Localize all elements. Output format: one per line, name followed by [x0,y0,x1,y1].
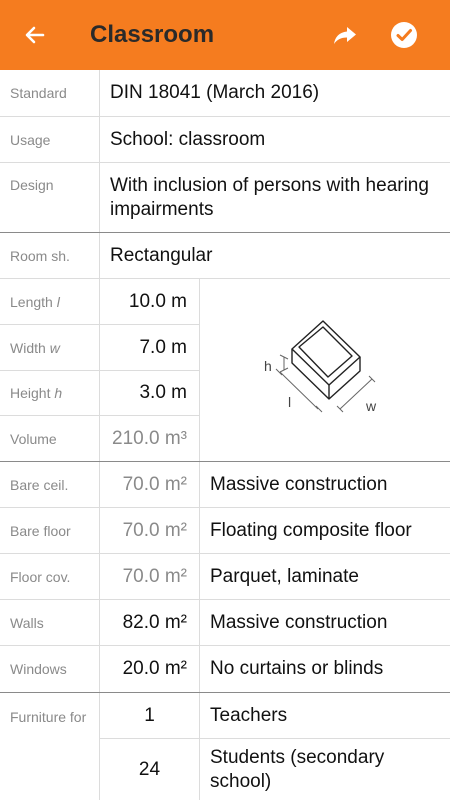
usage-value: School: classroom [110,128,266,150]
furniture-type[interactable]: Teachers [210,693,444,738]
surface-area: 70.0 m² [100,508,200,553]
volume-label: Volume [0,416,100,461]
furniture-count-input[interactable]: 24 [100,739,200,800]
surface-label: Bare ceil. [0,462,100,507]
surface-material[interactable]: Massive construction [210,600,444,645]
usage-row[interactable]: Usage School: classroom [0,117,450,163]
room-shape-value: Rectangular [110,244,213,266]
surface-row-ceiling[interactable]: Bare ceil. 70.0 m² Massive construction [0,462,450,508]
length-input[interactable]: 10.0 m [100,279,200,324]
diagram-width-label: w [365,398,377,414]
room-shape-label: Room sh. [0,233,100,278]
standard-label: Standard [0,70,100,116]
surface-material[interactable]: Massive construction [210,462,444,507]
surface-label: Windows [0,646,100,692]
surface-row-floor-covering[interactable]: Floor cov. 70.0 m² Parquet, laminate [0,554,450,600]
back-button[interactable] [18,18,52,52]
furniture-type[interactable]: Students (secondary school) [210,739,444,800]
length-row[interactable]: Length l 10.0 m [0,279,200,325]
surface-label: Bare floor [0,508,100,553]
usage-label: Usage [0,117,100,162]
surface-row-walls[interactable]: Walls 82.0 m² Massive construction [0,600,450,646]
surface-material[interactable]: Floating composite floor [210,508,444,553]
design-label: Design [0,163,100,232]
design-row[interactable]: Design With inclusion of persons with he… [0,163,450,233]
diagram-length-label: l [288,394,291,410]
height-input[interactable]: 3.0 m [100,371,200,415]
width-row[interactable]: Width w 7.0 m [0,325,200,371]
surface-area-input[interactable]: 20.0 m² [100,646,200,692]
height-row[interactable]: Height h 3.0 m [0,371,200,416]
length-label: Length l [0,279,100,324]
height-label: Height h [0,371,100,415]
surface-area: 70.0 m² [100,462,200,507]
confirm-button[interactable] [387,18,421,52]
share-arrow-icon [334,27,356,44]
cuboid-illustration: h l w [264,320,377,414]
room-diagram: h l w [200,279,450,462]
diagram-height-label: h [264,358,272,374]
surface-row-floor[interactable]: Bare floor 70.0 m² Floating composite fl… [0,508,450,554]
app-bar: Classroom [0,0,450,70]
page-title: Classroom [90,21,215,48]
room-shape-row[interactable]: Room sh. Rectangular [0,233,450,279]
surface-label: Floor cov. [0,554,100,599]
surface-area: 70.0 m² [100,554,200,599]
surface-material[interactable]: No curtains or blinds [210,646,444,692]
standard-value: DIN 18041 (March 2016) [110,82,320,103]
surface-area-input[interactable]: 82.0 m² [100,600,200,645]
furniture-row[interactable]: 24 Students (secondary school) [100,739,450,800]
width-input[interactable]: 7.0 m [100,325,200,370]
design-value: With inclusion of persons with hearing i… [110,174,429,220]
furniture-count-input[interactable]: 1 [100,693,200,738]
surface-label: Walls [0,600,100,645]
room-form: Standard DIN 18041 (March 2016) Usage Sc… [0,70,450,800]
check-circle-icon [391,22,417,48]
width-label: Width w [0,325,100,370]
arrow-left-icon [25,26,45,44]
surface-material[interactable]: Parquet, laminate [210,554,444,599]
furniture-row[interactable]: 1 Teachers [100,693,450,739]
standard-row[interactable]: Standard DIN 18041 (March 2016) [0,70,450,117]
furniture-label: Furniture for [0,693,100,800]
volume-value: 210.0 m³ [100,416,200,461]
surface-row-windows[interactable]: Windows 20.0 m² No curtains or blinds [0,646,450,693]
share-button[interactable] [328,18,362,52]
